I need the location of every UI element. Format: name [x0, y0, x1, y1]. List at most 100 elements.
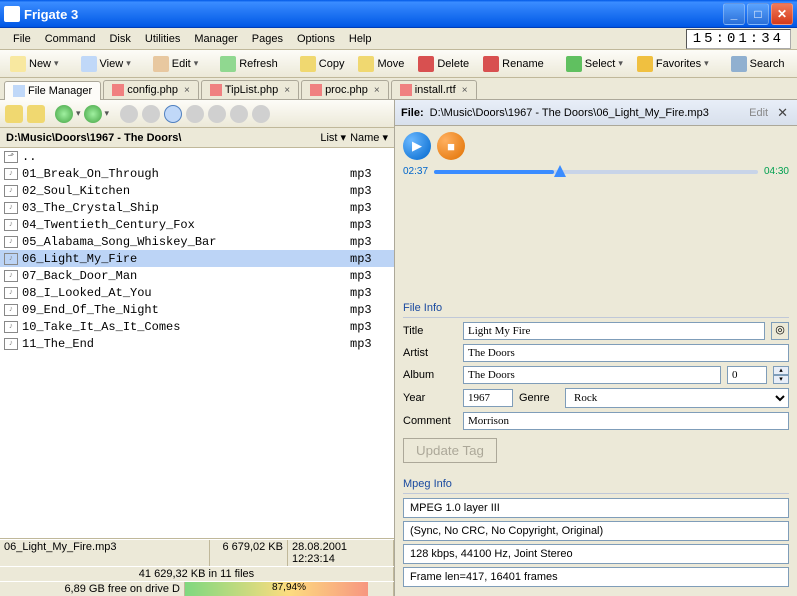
file-row[interactable]: ♪02_Soul_Kitchenmp3: [0, 182, 394, 199]
file-ext: mp3: [350, 252, 390, 266]
player-slider: 02:37 04:30: [395, 166, 797, 297]
toolbar-copy[interactable]: Copy: [294, 53, 351, 75]
toolbar-rename[interactable]: Rename: [477, 53, 550, 75]
forward-button[interactable]: [84, 105, 102, 123]
file-icon: ♪: [4, 236, 18, 248]
back-button[interactable]: [55, 105, 73, 123]
edit-link[interactable]: Edit: [749, 107, 768, 119]
toolbar-edit[interactable]: Edit▾: [147, 53, 205, 75]
comment-input[interactable]: [463, 412, 789, 430]
file-row[interactable]: ♪01_Break_On_Throughmp3: [0, 165, 394, 182]
tool-b-icon[interactable]: [142, 105, 160, 123]
file-icon: ♪: [4, 253, 18, 265]
tab-proc-php[interactable]: proc.php×: [301, 80, 389, 99]
favorites-icon: [637, 56, 653, 72]
file-icon: ♪: [4, 338, 18, 350]
play-button[interactable]: ▶: [403, 132, 431, 160]
file-row[interactable]: ♪ 06_Light_My_Firemp3: [0, 250, 394, 267]
left-pane: ▾ ▾ D:\Music\Doors\1967 - The Doors\ Lis…: [0, 100, 395, 596]
menu-command[interactable]: Command: [38, 31, 103, 47]
tool-f-icon[interactable]: [230, 105, 248, 123]
sort-name[interactable]: Name ▾: [350, 131, 388, 144]
menu-pages[interactable]: Pages: [245, 31, 290, 47]
file-name: 10_Take_It_As_It_Comes: [22, 320, 350, 334]
up-folder[interactable]: ⬏..: [0, 148, 394, 165]
track-up[interactable]: ▴: [773, 366, 789, 375]
toolbar-favorites[interactable]: Favorites▾: [631, 53, 715, 75]
edit-icon: [153, 56, 169, 72]
seek-track[interactable]: [434, 170, 758, 174]
year-input[interactable]: [463, 389, 513, 407]
genre-label: Genre: [519, 392, 559, 404]
minimize-button[interactable]: _: [723, 3, 745, 25]
file-row[interactable]: ♪05_Alabama_Song_Whiskey_Barmp3: [0, 233, 394, 250]
menu-help[interactable]: Help: [342, 31, 379, 47]
tab-install-rtf[interactable]: install.rtf×: [391, 80, 477, 99]
toolbar-new[interactable]: New▾: [4, 53, 65, 75]
toolbar-search[interactable]: Search: [725, 53, 791, 75]
file-info-section: File Info Title ◎ Artist Album ▴▾ Year G…: [395, 297, 797, 473]
tab-close-icon[interactable]: ×: [462, 85, 468, 96]
folder-up-icon[interactable]: [27, 105, 45, 123]
file-name: 09_End_Of_The_Night: [22, 303, 350, 317]
title-input[interactable]: [463, 322, 765, 340]
tool-a-icon[interactable]: [120, 105, 138, 123]
update-tag-button[interactable]: Update Tag: [403, 438, 497, 463]
stop-button[interactable]: ■: [437, 132, 465, 160]
tool-d-icon[interactable]: [186, 105, 204, 123]
file-ext: mp3: [350, 337, 390, 351]
tool-g-icon[interactable]: [252, 105, 270, 123]
copy-icon: [300, 56, 316, 72]
file-row[interactable]: ♪10_Take_It_As_It_Comesmp3: [0, 318, 394, 335]
app-icon: [4, 6, 20, 22]
close-panel-icon[interactable]: ✕: [774, 105, 791, 121]
file-name: 06_Light_My_Fire: [22, 252, 350, 266]
tab-close-icon[interactable]: ×: [184, 85, 190, 96]
file-row[interactable]: ♪09_End_Of_The_Nightmp3: [0, 301, 394, 318]
sort-list[interactable]: List ▾: [320, 131, 346, 144]
track-input[interactable]: [727, 366, 767, 384]
toolbar-delete[interactable]: Delete: [412, 53, 475, 75]
tab-tiplist-php[interactable]: TipList.php×: [201, 80, 299, 99]
mpeg-info-section: Mpeg Info MPEG 1.0 layer III(Sync, No CR…: [395, 473, 797, 596]
file-list[interactable]: ⬏..♪01_Break_On_Throughmp3♪02_Soul_Kitch…: [0, 148, 394, 538]
search-icon: [731, 56, 747, 72]
file-row[interactable]: ♪07_Back_Door_Manmp3: [0, 267, 394, 284]
tab-close-icon[interactable]: ×: [374, 85, 380, 96]
menu-options[interactable]: Options: [290, 31, 342, 47]
menu-file[interactable]: File: [6, 31, 38, 47]
file-row[interactable]: ♪08_I_Looked_At_Yoump3: [0, 284, 394, 301]
toolbar-refresh[interactable]: Refresh: [214, 53, 284, 75]
folder-icon[interactable]: [5, 105, 23, 123]
folder-icon: ⬏: [4, 151, 18, 163]
file-row[interactable]: ♪03_The_Crystal_Shipmp3: [0, 199, 394, 216]
file-row[interactable]: ♪11_The_Endmp3: [0, 335, 394, 352]
tag-lookup-icon[interactable]: ◎: [771, 322, 789, 340]
file-row[interactable]: ♪04_Twentieth_Century_Foxmp3: [0, 216, 394, 233]
file-ext: mp3: [350, 218, 390, 232]
maximize-button[interactable]: □: [747, 3, 769, 25]
path-bar: D:\Music\Doors\1967 - The Doors\ List ▾ …: [0, 128, 394, 148]
menu-utilities[interactable]: Utilities: [138, 31, 187, 47]
tab-config-php[interactable]: config.php×: [103, 80, 199, 99]
album-input[interactable]: [463, 366, 721, 384]
delete-icon: [418, 56, 434, 72]
menu-manager[interactable]: Manager: [187, 31, 244, 47]
mpeg-info-title: Mpeg Info: [403, 475, 789, 494]
tab-icon: [13, 85, 25, 97]
file-ext: mp3: [350, 167, 390, 181]
toolbar-move[interactable]: Move: [352, 53, 410, 75]
close-button[interactable]: ✕: [771, 3, 793, 25]
menu-disk[interactable]: Disk: [102, 31, 137, 47]
tab-file-manager[interactable]: File Manager: [4, 81, 101, 100]
track-down[interactable]: ▾: [773, 375, 789, 384]
toolbar-select[interactable]: Select▾: [560, 53, 629, 75]
mpeg-info-line: Frame len=417, 16401 frames: [403, 567, 789, 587]
file-icon: ♪: [4, 185, 18, 197]
genre-select[interactable]: Rock: [565, 388, 789, 408]
tab-close-icon[interactable]: ×: [284, 85, 290, 96]
artist-input[interactable]: [463, 344, 789, 362]
tool-e-icon[interactable]: [208, 105, 226, 123]
toolbar-view[interactable]: View▾: [75, 53, 137, 75]
tool-c-icon[interactable]: [164, 105, 182, 123]
